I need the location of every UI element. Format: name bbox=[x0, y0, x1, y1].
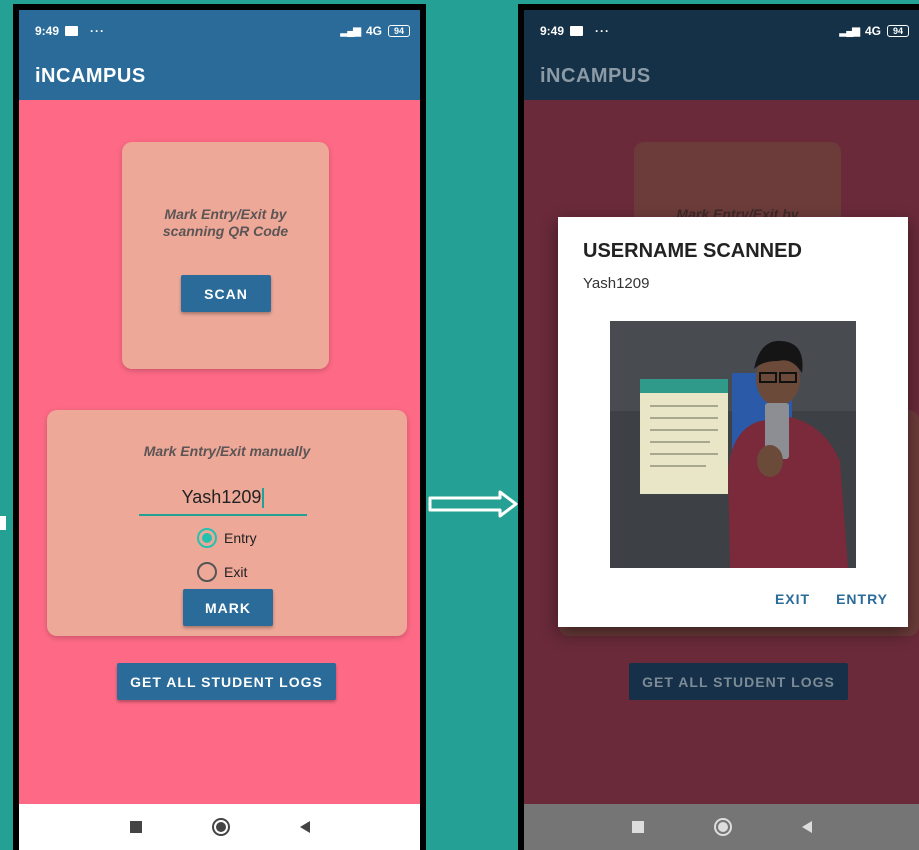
get-logs-button[interactable]: GET ALL STUDENT LOGS bbox=[629, 663, 848, 700]
username-input[interactable]: Yash1209 bbox=[139, 482, 307, 516]
notification-dots: ··· bbox=[595, 24, 611, 38]
radio-entry[interactable]: Entry bbox=[197, 528, 257, 548]
dialog-username: Yash1209 bbox=[583, 275, 650, 292]
network-type: 4G bbox=[864, 24, 881, 38]
mark-button[interactable]: MARK bbox=[183, 589, 273, 626]
scan-button[interactable]: SCAN bbox=[181, 275, 271, 312]
radio-exit[interactable]: Exit bbox=[197, 562, 247, 582]
notification-dots: ··· bbox=[90, 24, 106, 38]
back-icon[interactable] bbox=[299, 821, 310, 833]
app-bar: iNCAMPUS bbox=[19, 52, 420, 100]
scan-result-dialog: USERNAME SCANNED Yash1209 EXIT ENTRY bbox=[558, 217, 908, 627]
dialog-entry-button[interactable]: ENTRY bbox=[836, 591, 888, 607]
phone-left: 9:49 ··· ▂▄▆ 4G 94 iNCAMPUS Mark Entry/E… bbox=[13, 4, 426, 850]
nav-bar bbox=[524, 804, 919, 850]
get-logs-button[interactable]: GET ALL STUDENT LOGS bbox=[117, 663, 336, 700]
app-bar: iNCAMPUS bbox=[524, 52, 919, 100]
scan-card-text: Mark Entry/Exit by scanning QR Code bbox=[162, 206, 289, 239]
app-title: iNCAMPUS bbox=[540, 64, 651, 87]
dialog-exit-button[interactable]: EXIT bbox=[775, 591, 810, 607]
nav-bar bbox=[19, 804, 420, 850]
dialog-actions: EXIT ENTRY bbox=[775, 591, 888, 607]
back-icon[interactable] bbox=[801, 821, 812, 833]
username-value: Yash1209 bbox=[181, 487, 262, 507]
radio-exit-label: Exit bbox=[224, 564, 248, 580]
home-icon[interactable] bbox=[211, 818, 230, 836]
radio-exit-circle[interactable] bbox=[197, 562, 217, 582]
phone-right: 9:49 ··· ▂▄▆ 4G 94 iNCAMPUS Mark Entry/E… bbox=[518, 4, 919, 850]
battery-icon: 94 bbox=[388, 25, 410, 37]
battery-icon: 94 bbox=[887, 25, 909, 37]
scan-card: Mark Entry/Exit by scanning QR Code SCAN bbox=[122, 142, 329, 369]
network-type: 4G bbox=[365, 24, 382, 38]
app-title: iNCAMPUS bbox=[35, 64, 146, 87]
user-photo bbox=[610, 321, 856, 568]
recents-icon[interactable] bbox=[129, 821, 142, 833]
dialog-title: USERNAME SCANNED bbox=[583, 240, 802, 262]
radio-entry-label: Entry bbox=[224, 530, 257, 546]
status-bar: 9:49 ··· ▂▄▆ 4G 94 bbox=[19, 10, 420, 52]
message-icon bbox=[65, 26, 79, 36]
signal-icon: ▂▄▆ bbox=[340, 25, 361, 37]
screen-left: 9:49 ··· ▂▄▆ 4G 94 iNCAMPUS Mark Entry/E… bbox=[19, 10, 420, 850]
status-time: 9:49 bbox=[540, 24, 565, 38]
signal-icon: ▂▄▆ bbox=[839, 25, 860, 37]
message-icon bbox=[570, 26, 584, 36]
transition-arrow-icon bbox=[428, 490, 518, 518]
left-edge-mark bbox=[0, 516, 6, 530]
screen-right: 9:49 ··· ▂▄▆ 4G 94 iNCAMPUS Mark Entry/E… bbox=[524, 10, 919, 850]
radio-entry-circle[interactable] bbox=[197, 528, 217, 548]
status-bar: 9:49 ··· ▂▄▆ 4G 94 bbox=[524, 10, 919, 52]
manual-card: Mark Entry/Exit manually Yash1209 Entry … bbox=[47, 410, 407, 636]
status-time: 9:49 bbox=[35, 24, 60, 38]
home-icon[interactable] bbox=[713, 818, 732, 836]
manual-card-text: Mark Entry/Exit manually bbox=[143, 443, 311, 459]
recents-icon[interactable] bbox=[631, 821, 644, 833]
user-photo-graphic bbox=[610, 321, 856, 568]
text-caret bbox=[262, 488, 265, 509]
